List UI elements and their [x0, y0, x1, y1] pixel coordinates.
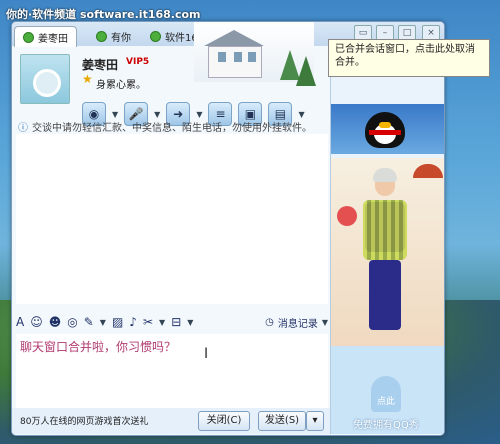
- tab-contact-1[interactable]: 姜枣田: [14, 26, 77, 47]
- screenshot-icon[interactable]: ✂: [143, 315, 153, 329]
- watermark: 你的·软件频道 software.it168.com: [6, 8, 201, 21]
- notice-text: 交谈中请勿轻信汇款、中奖信息、陌生电话，勿使用外挂软件。: [32, 123, 312, 134]
- send-button[interactable]: 发送(S): [258, 411, 306, 431]
- online-status-icon: [96, 30, 107, 42]
- promo-link[interactable]: 80万人在线的网页游戏首次送礼: [20, 414, 148, 427]
- message-record-label: 消息记录: [277, 318, 318, 330]
- flower-decoration: [337, 206, 357, 226]
- chevron-down-icon[interactable]: ▼: [154, 110, 160, 119]
- chat-window: 姜枣田 有你 软件168 ▭ – □ × 姜枣田 VIP5 ★ 身累心累。 ◉ ▼…: [11, 21, 445, 436]
- image-icon[interactable]: ▨: [112, 315, 123, 329]
- chevron-down-icon[interactable]: ▼: [187, 318, 193, 327]
- chevron-down-icon[interactable]: ▼: [159, 318, 165, 327]
- online-status-icon: [23, 31, 34, 43]
- qq-show-image[interactable]: [331, 158, 444, 346]
- shake-icon[interactable]: ◎: [67, 315, 77, 329]
- qq-penguin-banner[interactable]: [331, 104, 444, 154]
- message-history[interactable]: [16, 134, 328, 304]
- security-notice: ⓘ 交谈中请勿轻信汇款、中奖信息、陌生电话，勿使用外挂软件。: [18, 119, 330, 134]
- free-qq-show-link[interactable]: 免费拥有QQ秀: [353, 416, 419, 431]
- tab-contact-2[interactable]: 有你: [88, 26, 139, 46]
- info-icon: ⓘ: [18, 123, 28, 134]
- clock-icon: ◷: [265, 316, 274, 328]
- music-icon[interactable]: ♪: [129, 315, 137, 329]
- magic-emoji-icon[interactable]: ☻: [49, 315, 62, 329]
- level-star-icon: ★: [82, 72, 93, 86]
- chevron-down-icon[interactable]: ▼: [100, 318, 106, 327]
- input-toolbar: A ☺ ☻ ◎ ✎ ▼ ▨ ♪ ✂ ▼ ⊟ ▼ ◷ 消息记录 ▼: [16, 312, 328, 332]
- font-icon[interactable]: A: [16, 315, 24, 329]
- chevron-down-icon: ▼: [321, 317, 328, 327]
- contact-avatar[interactable]: [20, 54, 70, 104]
- my-qq-show-panel[interactable]: 点此 免费拥有QQ秀: [331, 346, 444, 434]
- text-cursor-icon: I: [204, 346, 209, 362]
- umbrella-decoration: [413, 164, 443, 178]
- online-status-icon: [150, 30, 161, 42]
- message-input[interactable]: 聊天窗口合并啦，你习惯吗？ I: [16, 334, 328, 408]
- message-record-button[interactable]: ◷ 消息记录 ▼: [265, 315, 328, 330]
- merge-tooltip[interactable]: 已合并会话窗口，点击此处取消合并。: [328, 39, 490, 77]
- send-options-button[interactable]: ▾: [306, 411, 324, 431]
- more-apps-icon[interactable]: ⊟: [171, 315, 181, 329]
- contact-signature: 身累心累。: [96, 80, 146, 91]
- qq-penguin-icon: [365, 112, 405, 148]
- contact-name[interactable]: 姜枣田: [82, 56, 118, 73]
- qq-show-character: [363, 168, 407, 342]
- emoji-icon[interactable]: ☺: [30, 315, 43, 329]
- doodle-icon[interactable]: ✎: [84, 315, 94, 329]
- bottom-bar: 80万人在线的网页游戏首次送礼 关闭(C) 发送(S) ▾: [12, 408, 330, 434]
- chevron-down-icon[interactable]: ▼: [112, 110, 118, 119]
- chevron-down-icon[interactable]: ▼: [298, 110, 304, 119]
- click-here-label: 点此: [377, 397, 396, 407]
- chevron-down-icon[interactable]: ▼: [196, 110, 202, 119]
- vip-badge[interactable]: VIP5: [126, 57, 149, 67]
- close-button[interactable]: 关闭(C): [198, 411, 250, 431]
- message-input-text: 聊天窗口合并啦，你习惯吗？: [20, 340, 177, 354]
- tab-label: 有你: [111, 32, 131, 44]
- tab-label: 姜枣田: [38, 33, 68, 45]
- right-sidebar: 点此 免费拥有QQ秀: [330, 46, 444, 434]
